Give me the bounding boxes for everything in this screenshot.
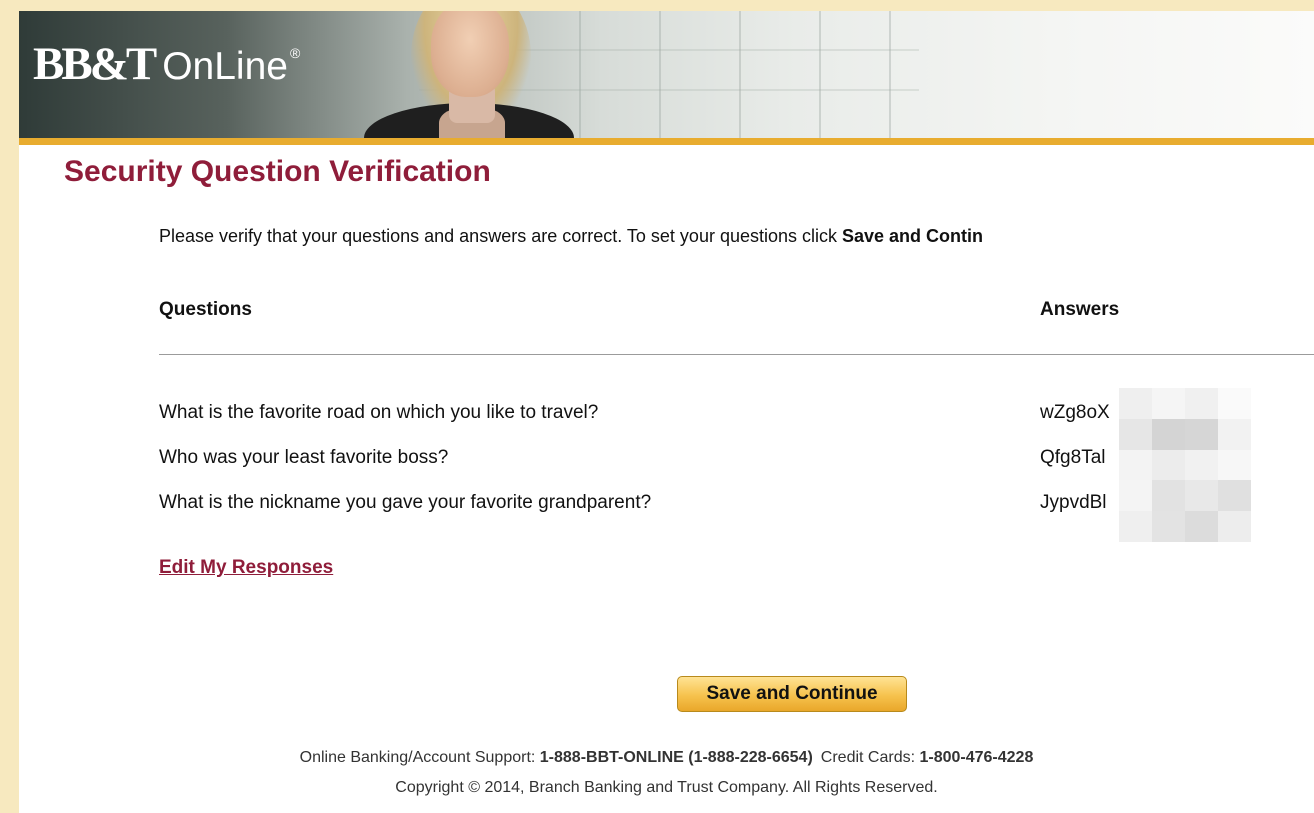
logo-online-text: OnLine: [162, 45, 288, 88]
logo-bbt-text: BB&T: [33, 38, 157, 90]
instructions-text: Please verify that your questions and an…: [159, 226, 983, 247]
credit-cards-label: Credit Cards:: [820, 749, 920, 766]
instructions-body: Please verify that your questions and an…: [159, 226, 842, 246]
questions-column-header: Questions: [159, 299, 252, 320]
registered-mark: ®: [289, 45, 301, 61]
answer-redaction-mosaic: [1119, 388, 1251, 542]
credit-cards-phone: 1-800-476-4228: [919, 749, 1034, 766]
security-answer: JypvdBl: [1040, 492, 1107, 513]
footer-support-line: Online Banking/Account Support: 1-888-BB…: [19, 749, 1314, 767]
security-answer: wZg8oX: [1040, 402, 1110, 423]
header-gold-rule: [19, 138, 1314, 145]
support-label: Online Banking/Account Support:: [299, 749, 540, 766]
page-title: Security Question Verification: [64, 155, 491, 188]
instructions-save-reference: Save and Contin: [842, 226, 984, 246]
security-question: What is the favorite road on which you l…: [159, 402, 599, 423]
security-question: What is the nickname you gave your favor…: [159, 492, 652, 513]
table-divider: [159, 354, 1314, 355]
edit-my-responses-link[interactable]: Edit My Responses: [159, 557, 333, 579]
bbt-online-logo[interactable]: BB&T OnLine ®: [33, 37, 300, 91]
support-phone: 1-888-BBT-ONLINE (1-888-228-6654): [539, 749, 813, 766]
header-banner: BB&T OnLine ®: [19, 11, 1314, 138]
save-and-continue-button[interactable]: Save and Continue: [677, 676, 907, 712]
security-question: Who was your least favorite boss?: [159, 447, 449, 468]
page-container: BB&T OnLine ® Security Question Verificati…: [19, 11, 1314, 813]
footer-copyright: Copyright © 2014, Branch Banking and Tru…: [395, 779, 938, 796]
security-answer: Qfg8Tal: [1040, 447, 1106, 468]
answers-column-header: Answers: [1040, 299, 1120, 320]
